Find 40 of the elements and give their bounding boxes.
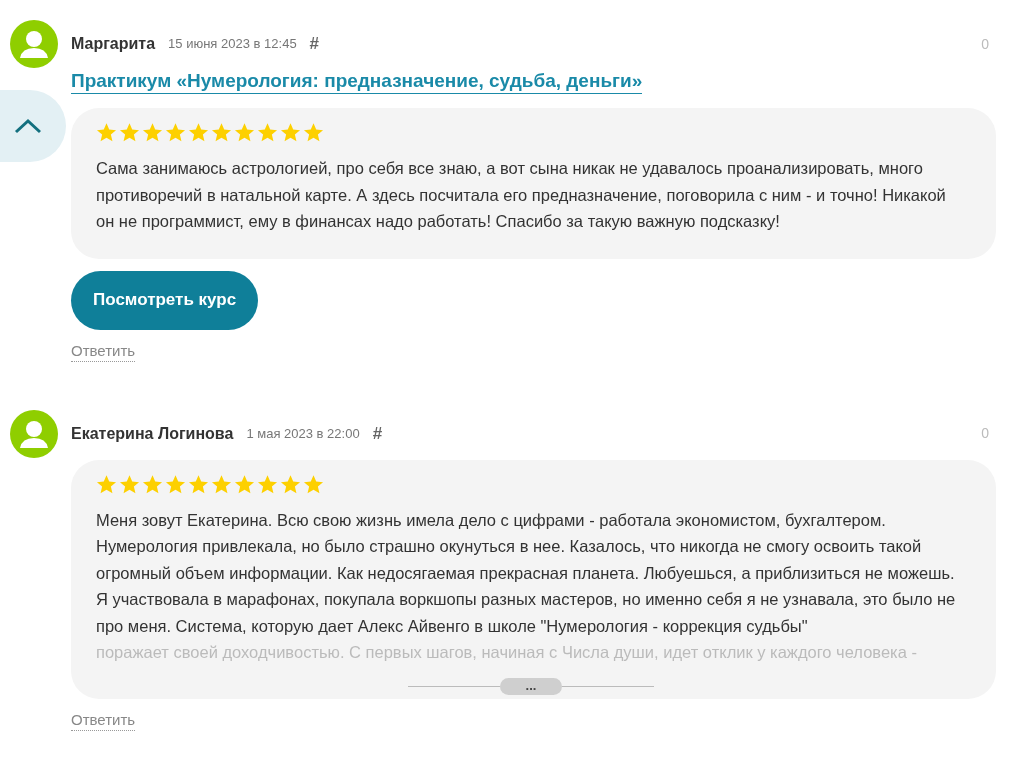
star-icon bbox=[234, 122, 255, 143]
star-icon bbox=[280, 473, 301, 495]
view-course-button[interactable]: Посмотреть курс bbox=[71, 270, 259, 330]
star-icon bbox=[280, 122, 301, 143]
star-icon bbox=[119, 473, 140, 495]
course-link[interactable]: Практикум «Нумерология: предназначение, судьба, деньги» bbox=[71, 69, 643, 94]
chevron-up-icon bbox=[14, 118, 42, 134]
review-text: Сама занимаюсь астрологией, про себя все знаю, а вот сына никак не удавалось проанализировать, много противоречий в натальной карте. А здесь посчитала его предназначение, поговорила с ним - и точно! Никакой он не программист, ему в финансах надо работать! Спасибо за такую важную подсказку! bbox=[96, 158, 947, 232]
star-icon bbox=[234, 473, 255, 495]
avatar-icon bbox=[10, 409, 58, 458]
star-icon bbox=[303, 473, 324, 495]
star-icon bbox=[257, 473, 278, 495]
expand-button[interactable]: ... bbox=[500, 677, 562, 695]
review-text-faded: поражает своей доходчивостью. С первых шагов, начиная с Числа души, идет отклик у каждого человека - bbox=[96, 642, 918, 663]
permalink[interactable]: # bbox=[372, 420, 383, 447]
star-icon bbox=[211, 122, 232, 143]
star-icon bbox=[165, 473, 186, 495]
vote-count: 0 bbox=[981, 424, 989, 443]
star-icon bbox=[119, 122, 140, 143]
avatar-icon bbox=[10, 20, 58, 68]
review-text: Меня зовут Екатерина. Всю свою жизнь имела дело с цифрами - работала экономистом, бухгалтером. Нумерология привлекала, но было страшно окунуться в нее. Казалось, что никогда не смогу освоить такой огромный объем информации. Как недосягаемая прекрасная планета. Любуешься, а приблизиться не можешь. Я участвовала в марафонах, покупала воркшопы разных мастеров, но именно себя я не узнавала, это было не про меня. Система, которую дает Алекс Айвенго в школе "Нумерология - коррекция судьбы" bbox=[96, 509, 957, 637]
star-icon bbox=[96, 122, 117, 143]
star-icon bbox=[188, 122, 209, 143]
reply-link[interactable]: Ответить bbox=[71, 709, 136, 731]
comment-date: 1 мая 2023 в 22:00 bbox=[246, 424, 360, 443]
star-icon bbox=[211, 473, 232, 495]
star-icon bbox=[142, 473, 163, 495]
star-icon bbox=[96, 473, 117, 495]
star-icon bbox=[257, 122, 278, 143]
star-icon bbox=[188, 473, 209, 495]
vote-count: 0 bbox=[981, 34, 989, 54]
permalink[interactable]: # bbox=[309, 31, 320, 57]
star-icon bbox=[303, 122, 324, 143]
comment-date: 15 июня 2023 в 12:45 bbox=[168, 35, 297, 54]
star-icon bbox=[165, 122, 186, 143]
reply-link[interactable]: Ответить bbox=[71, 340, 136, 362]
author-name: Маргарита bbox=[71, 34, 156, 54]
author-name: Екатерина Логинова bbox=[71, 423, 234, 444]
star-icon bbox=[142, 122, 163, 143]
scroll-up-button[interactable] bbox=[0, 90, 66, 162]
